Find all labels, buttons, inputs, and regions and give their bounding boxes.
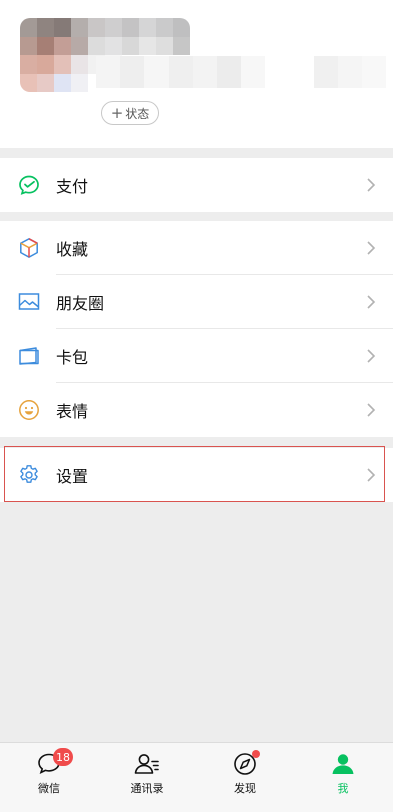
menu-label-cards: 卡包	[56, 348, 89, 367]
chevron-right-icon	[366, 294, 376, 310]
add-status-button[interactable]: + 状态	[101, 101, 159, 125]
menu-label-settings: 设置	[56, 467, 89, 486]
card-wallet-icon	[17, 344, 41, 368]
tab-me[interactable]: 我	[303, 743, 383, 803]
chevron-right-icon	[366, 240, 376, 256]
gear-icon	[17, 463, 41, 487]
tab-contacts[interactable]: 通讯录	[107, 743, 187, 803]
menu-item-favorites[interactable]: 收藏	[0, 221, 393, 275]
blurred-nickname	[96, 56, 387, 88]
tab-label-chats: 微信	[38, 782, 60, 795]
menu-label-favorites: 收藏	[56, 240, 89, 259]
chevron-right-icon	[366, 402, 376, 418]
features-section: 收藏 朋友圈 卡包 表情	[0, 221, 393, 437]
plus-icon: +	[110, 103, 124, 122]
favorites-cube-icon	[17, 236, 41, 260]
settings-section: 设置	[0, 448, 393, 502]
menu-item-cards[interactable]: 卡包	[0, 329, 393, 383]
menu-item-stickers[interactable]: 表情	[0, 383, 393, 437]
menu-item-pay[interactable]: 支付	[0, 158, 393, 212]
pay-icon	[17, 173, 41, 197]
tab-label-me: 我	[337, 782, 349, 795]
compass-icon	[231, 750, 260, 777]
unread-count-badge: 18	[53, 748, 73, 766]
status-button-label: 状态	[125, 106, 150, 121]
chat-bubble-icon: 18	[35, 748, 73, 777]
menu-item-settings[interactable]: 设置	[0, 448, 393, 502]
smiley-face-icon	[17, 398, 41, 422]
chevron-right-icon	[366, 348, 376, 364]
tab-discover[interactable]: 发现	[205, 743, 285, 803]
notification-dot	[252, 750, 260, 758]
bottom-tab-bar: 18 微信 通讯录 发现 我	[0, 742, 393, 812]
contacts-icon	[133, 751, 161, 777]
profile-header[interactable]: + 状态	[0, 0, 393, 148]
menu-item-moments[interactable]: 朋友圈	[0, 275, 393, 329]
tab-chats[interactable]: 18 微信	[9, 743, 89, 803]
moments-image-icon	[17, 290, 41, 314]
pay-section: 支付	[0, 158, 393, 212]
chevron-right-icon	[366, 177, 376, 193]
menu-label-moments: 朋友圈	[56, 294, 105, 313]
chevron-right-icon	[366, 467, 376, 483]
tab-label-contacts: 通讯录	[130, 782, 164, 795]
menu-label-pay: 支付	[56, 177, 89, 196]
menu-label-stickers: 表情	[56, 402, 89, 421]
tab-label-discover: 发现	[234, 782, 256, 795]
person-icon	[329, 751, 357, 777]
